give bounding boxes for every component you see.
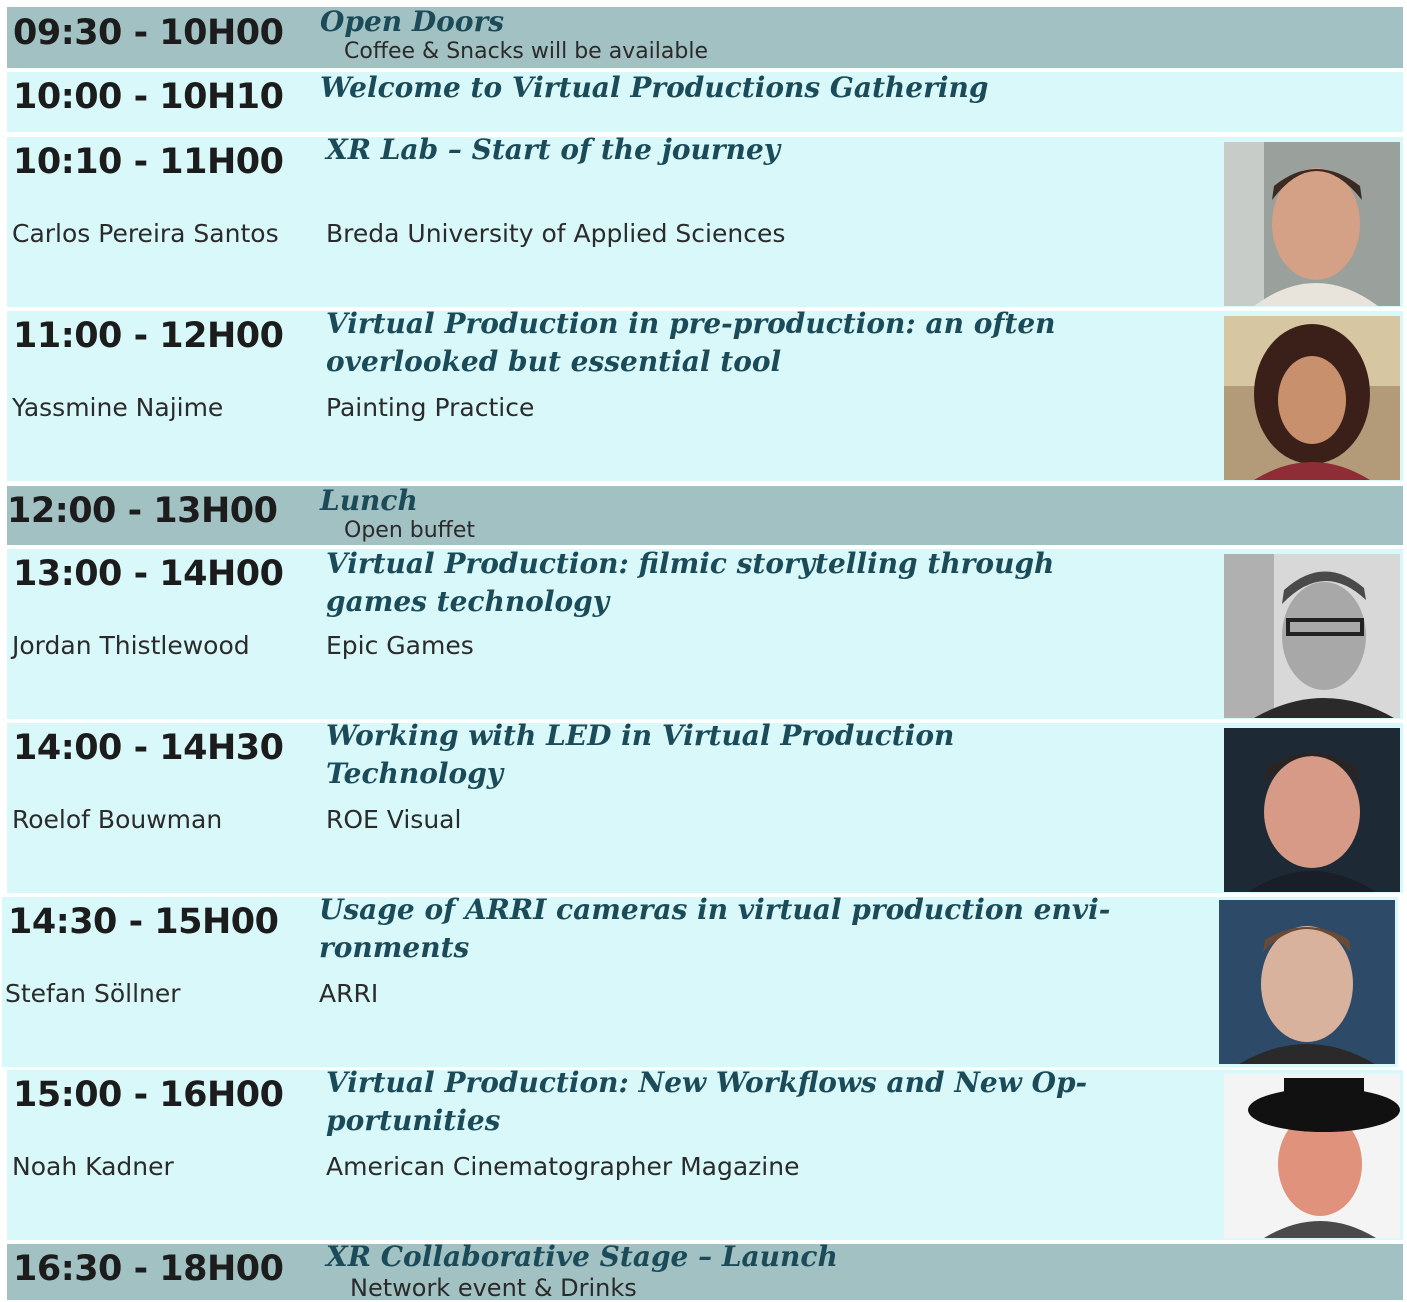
speaker-name: Stefan Söllner [5,979,181,1008]
speaker-organization: Painting Practice [326,393,535,422]
speaker-photo [1219,900,1395,1064]
schedule-row-pre-production: 11:00 - 12H00 Virtual Production in pre-… [7,307,1403,481]
session-title-line-2: Technology [326,757,504,790]
session-time: 13:00 - 14H00 [13,554,284,594]
session-subtitle: Network event & Drinks [350,1274,637,1302]
schedule-row-lunch: 12:00 - 13H00 Lunch Open buffet [7,484,1403,545]
speaker-name: Yassmine Najime [12,393,224,422]
session-title-line-1: Working with LED in Virtual Production [326,719,955,752]
session-title: Open Doors [320,5,505,38]
session-time: 15:00 - 16H00 [13,1075,284,1115]
speaker-organization: ARRI [319,979,379,1008]
session-title: XR Lab – Start of the journey [326,133,781,166]
speaker-name: Noah Kadner [12,1152,174,1181]
session-time: 14:00 - 14H30 [13,728,284,768]
schedule-row-open-doors: 09:30 - 10H00 Open Doors Coffee & Snacks… [7,5,1403,68]
schedule-row-arri: 14:30 - 15H00 Usage of ARRI cameras in v… [2,893,1398,1067]
session-title-line-1: Usage of ARRI cameras in virtual product… [319,893,1111,926]
schedule-row-launch: 16:30 - 18H00 XR Collaborative Stage – L… [7,1240,1403,1302]
speaker-name: Jordan Thistlewood [12,631,250,660]
session-title-line-1: Virtual Production: filmic storytelling … [326,547,1055,580]
session-title-line-2: portunities [326,1104,501,1137]
speaker-organization: Epic Games [326,631,474,660]
schedule-row-xr-lab: 10:10 - 11H00 XR Lab – Start of the jour… [7,133,1403,307]
session-title-line-1: Virtual Production: New Workflows and Ne… [326,1066,1088,1099]
speaker-organization: ROE Visual [326,805,462,834]
session-time: 11:00 - 12H00 [13,316,284,356]
session-title: Lunch [320,484,418,517]
session-time: 12:00 - 13H00 [7,491,278,531]
session-time: 16:30 - 18H00 [13,1249,284,1289]
session-time: 09:30 - 10H00 [13,13,284,53]
speaker-name: Carlos Pereira Santos [12,219,279,248]
speaker-photo [1224,1074,1400,1238]
session-title: XR Collaborative Stage – Launch [326,1240,838,1273]
schedule-row-filmic-storytelling: 13:00 - 14H00 Virtual Production: filmic… [7,547,1403,719]
speaker-photo [1224,728,1400,892]
session-subtitle: Open buffet [344,518,475,543]
session-title-line-2: games technology [326,585,610,618]
speaker-name: Roelof Bouwman [12,805,223,834]
schedule-row-welcome: 10:00 - 10H10 Welcome to Virtual Product… [7,71,1403,132]
speaker-photo [1224,316,1400,480]
session-time: 14:30 - 15H00 [8,902,279,942]
session-time: 10:10 - 11H00 [13,142,284,182]
session-title-line-1: Virtual Production in pre-production: an… [326,307,1056,340]
session-title-line-2: overlooked but essential tool [326,345,782,378]
session-title: Welcome to Virtual Productions Gathering [320,71,989,104]
speaker-organization: Breda University of Applied Sciences [326,219,786,248]
schedule-row-led: 14:00 - 14H30 Working with LED in Virtua… [7,719,1403,893]
speaker-organization: American Cinematographer Magazine [326,1152,800,1181]
session-time: 10:00 - 10H10 [13,77,284,117]
speaker-photo [1224,554,1400,718]
session-title-line-2: ronments [319,931,470,964]
session-subtitle: Coffee & Snacks will be available [344,39,708,64]
speaker-photo [1224,142,1400,306]
schedule-row-new-workflows: 15:00 - 16H00 Virtual Production: New Wo… [7,1066,1403,1240]
